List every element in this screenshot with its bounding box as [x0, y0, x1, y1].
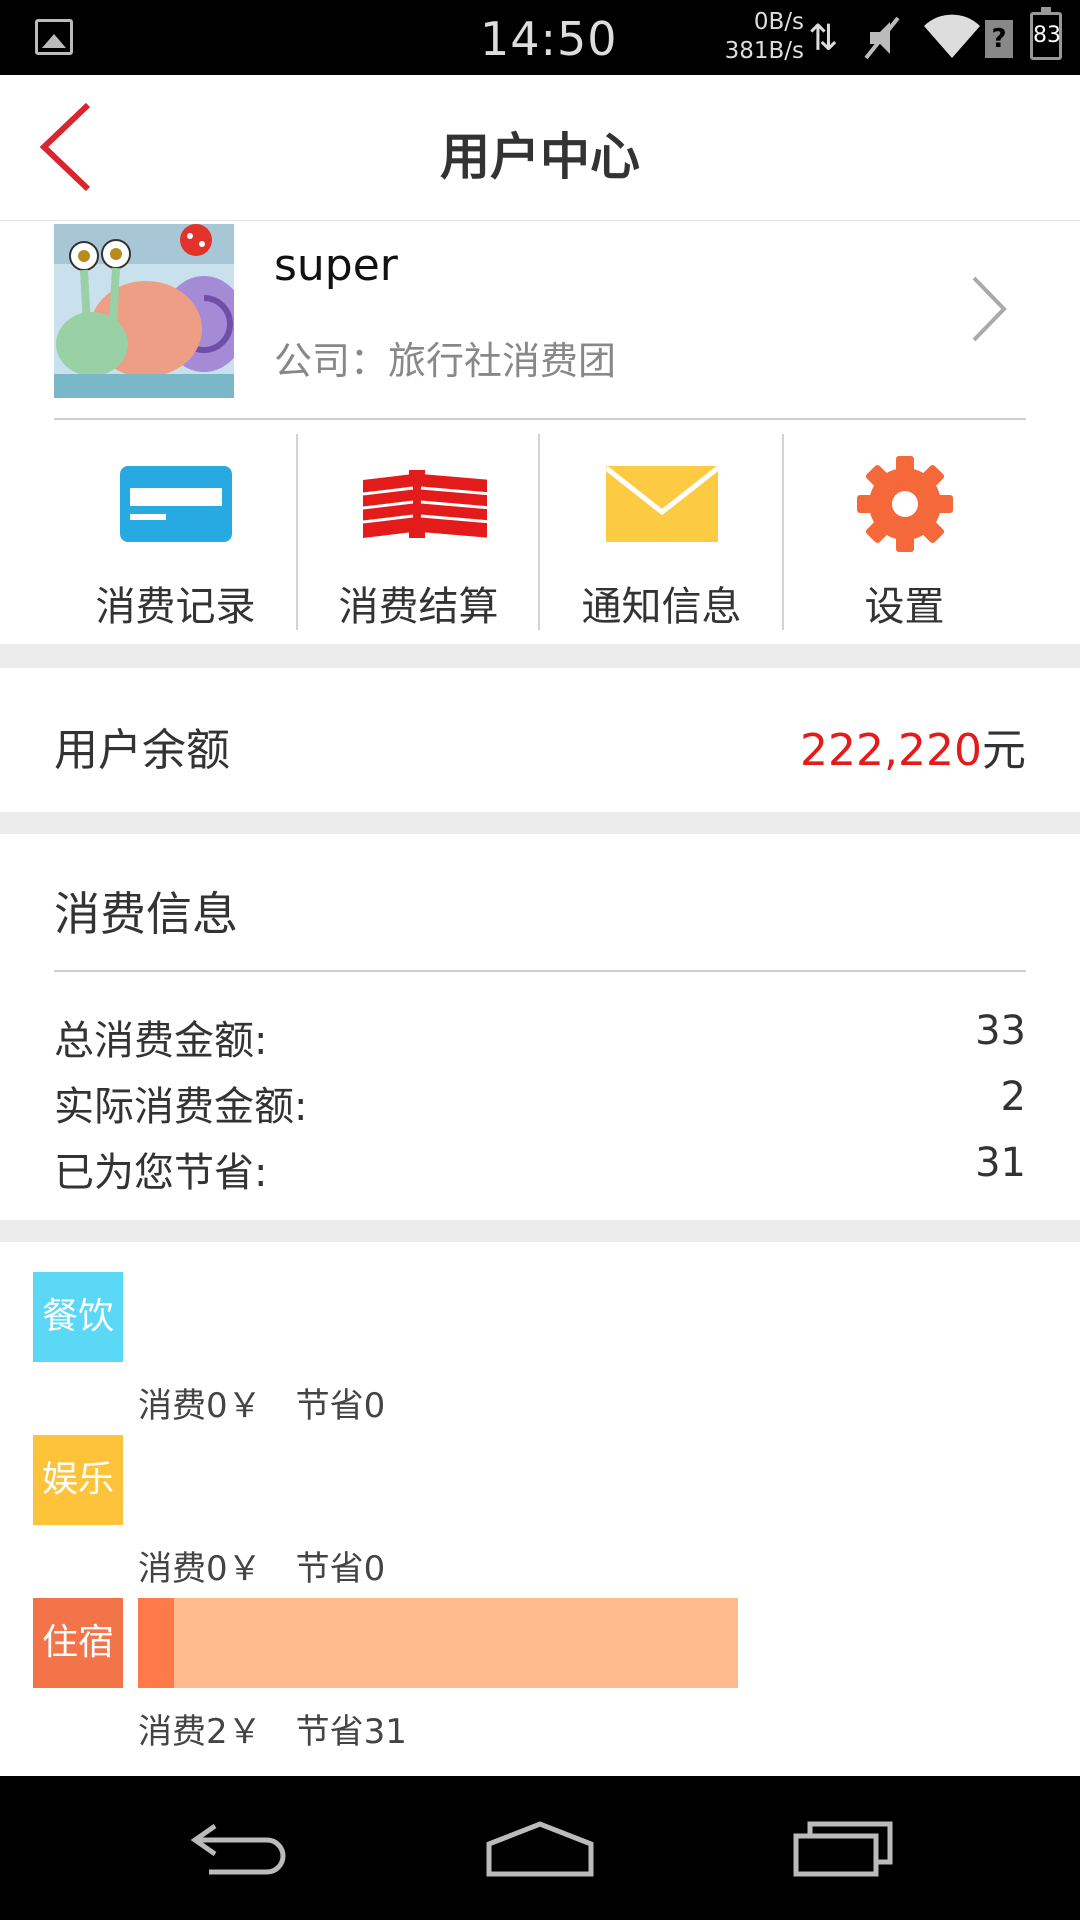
page-title: 用户中心	[440, 128, 640, 186]
info-row-saved: 已为您节省: 31	[54, 1140, 1026, 1196]
battery-icon: 83	[1030, 7, 1062, 60]
category-tag-lodging: 住宿	[33, 1598, 123, 1688]
net-up-speed: 0B/s	[753, 9, 804, 35]
profile-card[interactable]: super 公司：旅行社消费团	[0, 222, 1080, 420]
system-nav-bar	[0, 1776, 1080, 1920]
image-notification-icon	[35, 19, 73, 55]
balance-label: 用户余额	[54, 725, 230, 776]
category-save: 节省0	[295, 1549, 386, 1589]
quick-menu: 消费记录 消费结算 通知信息 设置	[54, 434, 1026, 630]
status-time: 14:50	[480, 12, 618, 66]
category-bar-fill-lodging	[138, 1598, 174, 1688]
menu-label: 通知信息	[581, 584, 742, 630]
menu-notifications[interactable]: 通知信息	[540, 434, 783, 630]
info-label: 实际消费金额:	[54, 1084, 308, 1130]
info-divider	[54, 970, 1026, 972]
balance-unit: 元	[982, 725, 1026, 776]
app-header: 用户中心	[0, 75, 1080, 221]
consumption-title: 消费信息	[54, 887, 238, 941]
menu-consumption-settlement[interactable]: 消费结算	[297, 434, 540, 630]
company-label: 公司：旅行社消费团	[274, 339, 617, 383]
status-bar: 14:50 0B/s 381B/s ⇅ ? 83	[0, 0, 1080, 75]
home-nav-icon[interactable]	[485, 1806, 595, 1890]
network-speed: 0B/s 381B/s	[712, 8, 804, 66]
section-gap	[0, 1220, 1080, 1242]
menu-consumption-records[interactable]: 消费记录	[54, 434, 297, 630]
money-stack-icon	[362, 470, 487, 538]
data-arrows-icon: ⇅	[808, 18, 839, 59]
balance-amount: 222,220	[800, 725, 982, 776]
category-save: 节省31	[295, 1712, 407, 1752]
balance-row: 用户余额 222,220元	[0, 668, 1080, 812]
category-tag-entertainment: 娱乐	[33, 1435, 123, 1525]
sim-unknown-icon: ?	[985, 20, 1013, 58]
avatar[interactable]	[54, 224, 234, 398]
menu-label: 消费记录	[95, 584, 256, 630]
menu-label: 消费结算	[338, 584, 499, 630]
category-tag-dining: 餐饮	[33, 1272, 123, 1362]
gear-icon	[857, 456, 953, 552]
category-save: 节省0	[295, 1386, 386, 1426]
back-nav-icon[interactable]	[185, 1806, 295, 1890]
section-gap	[0, 812, 1080, 834]
category-spend: 消费0￥	[138, 1549, 262, 1589]
net-down-speed: 381B/s	[724, 38, 804, 64]
info-value: 31	[975, 1140, 1026, 1186]
category-spend: 消费0￥	[138, 1386, 262, 1426]
balance-value: 222,220元	[800, 714, 1026, 778]
menu-settings[interactable]: 设置	[783, 434, 1026, 630]
category-stat-entertainment: 消费0￥ 节省0	[138, 1541, 385, 1590]
chevron-right-icon[interactable]	[968, 274, 1008, 344]
info-label: 已为您节省:	[54, 1150, 268, 1196]
info-value: 2	[1000, 1074, 1026, 1120]
recents-nav-icon[interactable]	[790, 1806, 900, 1890]
menu-label: 设置	[864, 584, 945, 630]
username: super	[274, 240, 398, 291]
category-stat-dining: 消费0￥ 节省0	[138, 1378, 385, 1427]
wifi-icon	[924, 14, 980, 59]
info-value: 33	[975, 1008, 1026, 1054]
section-gap	[0, 644, 1080, 668]
info-row-total: 总消费金额: 33	[54, 1008, 1026, 1064]
card-icon	[120, 466, 232, 542]
info-row-actual: 实际消费金额: 2	[54, 1074, 1026, 1130]
category-breakdown: 餐饮 消费0￥ 节省0 娱乐 消费0￥ 节省0 住宿 消费2￥ 节省31	[0, 1242, 1080, 1774]
category-bar-lodging	[138, 1598, 738, 1688]
info-label: 总消费金额:	[54, 1018, 268, 1064]
profile-divider	[54, 418, 1026, 420]
mute-icon	[864, 16, 900, 60]
envelope-icon	[604, 466, 720, 542]
consumption-info: 消费信息 总消费金额: 33 实际消费金额: 2 已为您节省: 31	[0, 834, 1080, 1220]
category-spend: 消费2￥	[138, 1712, 262, 1752]
category-stat-lodging: 消费2￥ 节省31	[138, 1704, 407, 1753]
